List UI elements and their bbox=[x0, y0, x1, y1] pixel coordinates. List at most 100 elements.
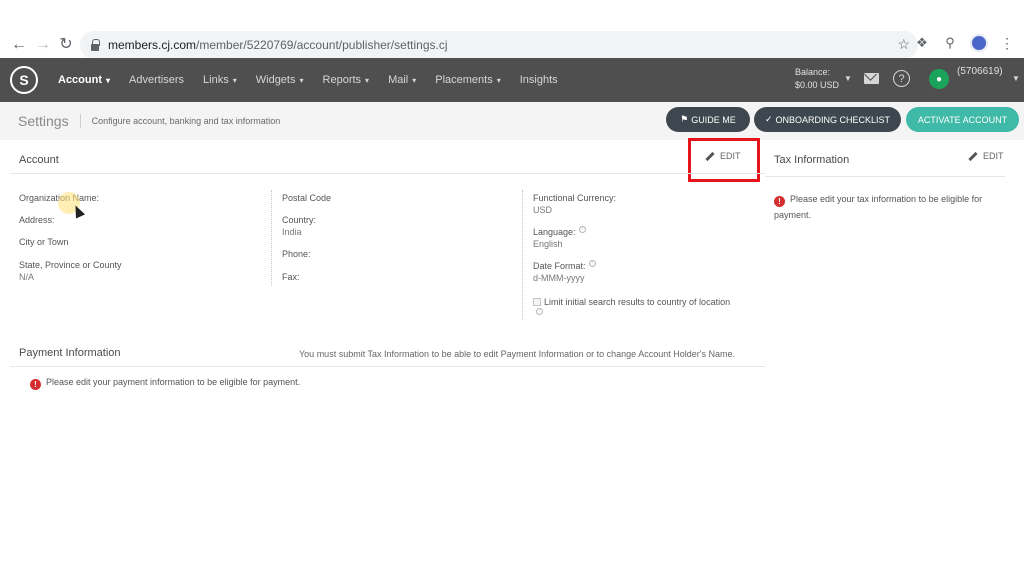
address-bar[interactable]: members.cj.com/member/5220769/account/pu… bbox=[80, 31, 918, 59]
limit-search-checkbox[interactable] bbox=[533, 298, 541, 306]
main-nav: Account ▾ Advertisers Links ▾ Widgets ▾ Reports… bbox=[58, 58, 577, 102]
tax-edit-label: EDIT bbox=[983, 151, 1004, 161]
nav-item-label: Widgets bbox=[255, 74, 296, 86]
fax-field: Fax: bbox=[282, 271, 300, 283]
activate-account-button[interactable]: ACTIVATE ACCOUNT bbox=[906, 107, 1019, 132]
extensions-icon[interactable]: ❖ bbox=[914, 35, 930, 51]
url-text: members.cj.com/member/5220769/account/pu… bbox=[108, 38, 448, 52]
tax-section-title: Tax Information bbox=[774, 154, 850, 166]
onboarding-checklist-button[interactable]: ✓ ONBOARDING CHECKLIST bbox=[754, 107, 901, 132]
back-icon[interactable]: ← bbox=[8, 34, 30, 56]
info-icon[interactable]: ? bbox=[536, 308, 543, 315]
city-field: City or Town bbox=[19, 236, 68, 248]
nav-item-label: Mail bbox=[388, 74, 409, 86]
chevron-down-icon: ▾ bbox=[232, 75, 237, 85]
bookmark-star-icon[interactable]: ☆ bbox=[897, 36, 910, 53]
alert-icon: ! bbox=[774, 196, 785, 207]
info-icon[interactable]: ? bbox=[588, 260, 596, 267]
mouse-cursor-icon bbox=[70, 203, 86, 219]
nav-item-widgets[interactable]: Widgets ▾ bbox=[256, 74, 304, 86]
chevron-down-icon: ▾ bbox=[299, 75, 304, 85]
browser-toolbar: ← → ↻ members.cj.com/member/5220769/acco… bbox=[0, 0, 1024, 59]
postal-label: Postal Code bbox=[282, 193, 332, 203]
balance-display[interactable]: Balance: $0.00 USD bbox=[795, 66, 839, 92]
tax-alert-text: Please edit your tax information to be e… bbox=[774, 194, 983, 220]
pencil-icon bbox=[968, 151, 978, 161]
language-field: Language:? English bbox=[533, 226, 586, 250]
page-subtitle: Configure account, banking and tax infor… bbox=[91, 116, 281, 126]
balance-caret-icon[interactable]: ▼ bbox=[844, 74, 852, 83]
mail-icon[interactable] bbox=[864, 73, 879, 84]
tax-alert: ! Please edit your tax information to be … bbox=[774, 191, 1004, 223]
nav-item-label: Account bbox=[58, 74, 102, 86]
info-icon[interactable]: ? bbox=[578, 226, 586, 233]
tax-divider bbox=[765, 176, 1005, 177]
nav-item-label: Links bbox=[203, 74, 229, 86]
nav-item-reports[interactable]: Reports ▾ bbox=[323, 74, 370, 86]
nav-item-links[interactable]: Links ▾ bbox=[203, 74, 237, 86]
balance-label: Balance: bbox=[795, 67, 831, 77]
cj-logo[interactable]: S bbox=[10, 66, 38, 94]
page-title: Settings bbox=[18, 113, 69, 129]
phone-label: Phone: bbox=[282, 249, 311, 259]
limit-search-field: Limit initial search results to country … bbox=[533, 296, 730, 320]
browser-menu-icon[interactable]: ⋮ bbox=[1000, 35, 1014, 52]
chevron-down-icon: ▾ bbox=[365, 75, 370, 85]
country-field: Country: India bbox=[282, 214, 316, 238]
date-format-value: d-MMM-yyyy bbox=[533, 273, 585, 283]
chevron-down-icon: ▾ bbox=[496, 75, 501, 85]
chevron-down-icon: ▾ bbox=[106, 75, 111, 85]
guide-me-label: GUIDE ME bbox=[691, 114, 736, 125]
language-label: Language: bbox=[533, 227, 576, 237]
reload-icon[interactable]: ↻ bbox=[55, 33, 77, 55]
nav-item-label: Reports bbox=[322, 74, 362, 86]
guide-me-button[interactable]: ⚑ GUIDE ME bbox=[666, 107, 750, 132]
column-divider bbox=[271, 190, 272, 286]
account-divider bbox=[10, 173, 765, 174]
map-marker-icon: ⚑ bbox=[680, 114, 689, 124]
payment-notice: You must submit Tax Information to be ab… bbox=[299, 349, 735, 359]
chevron-down-icon: ▾ bbox=[412, 75, 417, 85]
nav-item-advertisers[interactable]: Advertisers bbox=[129, 74, 184, 86]
currency-field: Functional Currency: USD bbox=[533, 192, 616, 216]
address-field: Address: bbox=[19, 214, 55, 226]
nav-item-account[interactable]: Account ▾ bbox=[58, 74, 110, 86]
nav-item-mail[interactable]: Mail ▾ bbox=[388, 74, 416, 86]
country-label: Country: bbox=[282, 215, 317, 225]
language-value: English bbox=[533, 239, 563, 249]
date-format-label: Date Format: bbox=[533, 261, 586, 271]
key-icon[interactable]: ⚲ bbox=[942, 35, 958, 51]
subheader-divider bbox=[79, 114, 81, 128]
currency-label: Functional Currency: bbox=[533, 193, 617, 203]
payment-divider bbox=[10, 366, 765, 367]
fax-label: Fax: bbox=[282, 272, 300, 282]
tax-edit-link[interactable]: EDIT bbox=[968, 151, 1004, 161]
column-divider bbox=[522, 190, 523, 320]
alert-icon: ! bbox=[30, 379, 41, 390]
postal-field: Postal Code bbox=[282, 192, 331, 204]
payment-alert-text: Please edit your payment information to … bbox=[46, 377, 301, 387]
payment-alert: ! Please edit your payment information to… bbox=[30, 374, 300, 390]
country-value: India bbox=[282, 227, 302, 237]
phone-field: Phone: bbox=[282, 248, 311, 260]
nav-item-insights[interactable]: Insights bbox=[520, 74, 558, 86]
help-icon[interactable]: ? bbox=[893, 70, 910, 87]
forward-icon[interactable]: → bbox=[32, 34, 54, 56]
nav-item-label: Insights bbox=[519, 74, 558, 86]
checkmark-icon: ✓ bbox=[764, 114, 773, 124]
state-value: N/A bbox=[19, 272, 35, 282]
lock-icon bbox=[90, 39, 100, 51]
user-id[interactable]: (5706619) bbox=[957, 66, 1003, 77]
nav-item-label: Advertisers bbox=[129, 74, 185, 86]
nav-item-placements[interactable]: Placements ▾ bbox=[435, 74, 501, 86]
edit-highlight-box bbox=[688, 138, 760, 182]
profile-avatar[interactable] bbox=[970, 34, 988, 52]
app-header: S Account ▾ Advertisers Links ▾ Widgets ▾ Repor… bbox=[0, 58, 1024, 102]
balance-value: $0.00 USD bbox=[795, 80, 840, 90]
address-label: Address: bbox=[19, 215, 55, 225]
nav-item-label: Placements bbox=[435, 74, 493, 86]
payment-section-title: Payment Information bbox=[19, 347, 121, 359]
user-menu-caret-icon[interactable]: ▼ bbox=[1012, 74, 1020, 83]
limit-search-label: Limit initial search results to country … bbox=[544, 297, 731, 307]
user-avatar-icon[interactable]: ● bbox=[929, 69, 949, 89]
